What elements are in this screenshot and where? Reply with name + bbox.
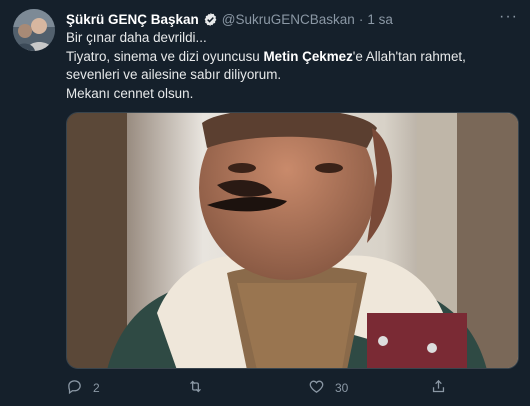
avatar[interactable] <box>13 9 55 51</box>
tweet-header: Şükrü GENÇ Başkan @SukruGENCBaskan · 1 s… <box>66 9 518 28</box>
author-name[interactable]: Şükrü GENÇ Başkan <box>66 12 199 27</box>
tweet-text-segment: Tiyatro, sinema ve dizi oyuncusu <box>66 48 264 64</box>
share-icon <box>430 378 447 398</box>
more-icon[interactable]: ··· <box>499 9 518 25</box>
tweet-line: Tiyatro, sinema ve dizi oyuncusu Metin Ç… <box>66 48 516 67</box>
reply-button[interactable]: 2 <box>66 378 100 398</box>
retweet-button[interactable] <box>187 378 214 398</box>
like-icon <box>308 378 325 398</box>
tweet-line: sevenleri ve ailesine sabır diliyorum. <box>66 67 282 82</box>
share-button[interactable] <box>430 378 447 398</box>
tweet-actions: 2 30 <box>66 378 506 400</box>
verified-badge-icon <box>203 12 218 27</box>
reply-icon <box>66 378 83 398</box>
separator: · <box>358 11 364 27</box>
tweet-text-segment: 'e Allah'tan rahmet, <box>352 48 466 64</box>
tweet-timestamp[interactable]: 1 sa <box>367 12 393 27</box>
mention-name: Metin Çekmez <box>263 48 353 64</box>
author-handle[interactable]: @SukruGENCBaskan <box>222 12 355 27</box>
like-button[interactable]: 30 <box>308 378 348 398</box>
tweet-text: Bir çınar daha devrildi... Tiyatro, sine… <box>66 29 516 103</box>
like-count: 30 <box>335 381 349 395</box>
tweet-photo[interactable] <box>66 112 519 369</box>
tweet[interactable]: Şükrü GENÇ Başkan @SukruGENCBaskan · 1 s… <box>0 0 530 406</box>
reply-count: 2 <box>93 381 100 395</box>
retweet-icon <box>187 378 204 398</box>
tweet-line: Mekanı cennet olsun. <box>66 85 194 101</box>
tweet-line: Bir çınar daha devrildi... <box>66 30 207 45</box>
